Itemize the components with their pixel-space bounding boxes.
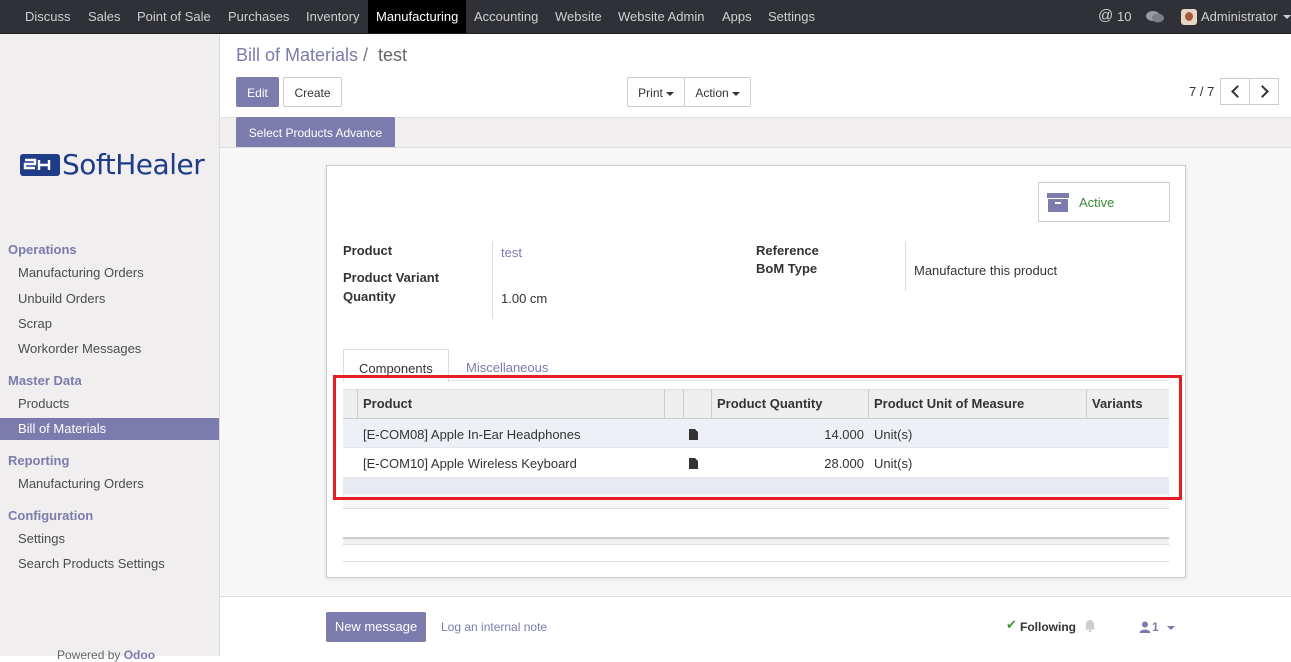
- user-menu-caret-icon[interactable]: [1283, 15, 1291, 19]
- followers-icon[interactable]: [1139, 621, 1151, 633]
- product-value-link[interactable]: test: [501, 245, 522, 260]
- breadcrumb-parent[interactable]: Bill of Materials: [236, 45, 358, 66]
- section-reporting: Reporting: [8, 453, 70, 468]
- menu-point-of-sale[interactable]: Point of Sale: [137, 0, 211, 33]
- section-divider: [343, 537, 1169, 545]
- archive-box-icon: [1047, 193, 1069, 212]
- powered-by-text: Powered by: [57, 648, 121, 662]
- menu-manufacturing[interactable]: Manufacturing: [368, 0, 467, 33]
- chevron-left-icon: [1231, 85, 1244, 98]
- menu-website-admin[interactable]: Website Admin: [618, 0, 704, 33]
- user-name[interactable]: Administrator: [1201, 9, 1278, 24]
- print-dropdown[interactable]: Print: [627, 77, 685, 107]
- quantity-value: 1.00 cm: [501, 291, 548, 306]
- user-avatar[interactable]: [1181, 9, 1197, 25]
- section-configuration: Configuration: [8, 508, 94, 523]
- section-operations: Operations: [8, 242, 77, 257]
- active-toggle-button[interactable]: Active: [1038, 182, 1170, 222]
- mentions-count: 10: [1117, 9, 1132, 24]
- sidebar-item-scrap[interactable]: Scrap: [0, 313, 219, 335]
- log-note-link[interactable]: Log an internal note: [441, 620, 547, 634]
- sidebar-item-unbuild-orders[interactable]: Unbuild Orders: [0, 288, 219, 310]
- logo-text: SoftHealer: [62, 148, 205, 181]
- bell-icon[interactable]: [1084, 619, 1096, 632]
- bom-type-label: BoM Type: [756, 261, 818, 276]
- quantity-label: Quantity: [343, 289, 396, 304]
- following-label[interactable]: Following: [1020, 620, 1076, 634]
- softhealer-logo-icon: [20, 154, 60, 176]
- at-mention-icon[interactable]: @: [1098, 7, 1113, 24]
- bom-type-value: Manufacture this product: [914, 263, 1058, 278]
- menu-purchases[interactable]: Purchases: [228, 0, 289, 33]
- reference-label: Reference: [756, 243, 819, 258]
- sidebar-item-products[interactable]: Products: [0, 393, 219, 415]
- form-sheet: [326, 165, 1186, 578]
- breadcrumb-current: test: [378, 45, 408, 65]
- menu-apps[interactable]: Apps: [722, 0, 752, 33]
- print-label: Print: [638, 86, 663, 100]
- section-divider: [343, 561, 1169, 562]
- pager-value: 7 / 7: [1189, 84, 1215, 99]
- chat-icon[interactable]: [1146, 10, 1164, 24]
- highlight-box: [333, 375, 1182, 500]
- product-variant-label: Product Variant: [343, 270, 440, 285]
- sidebar-item-bill-of-materials[interactable]: Bill of Materials: [0, 418, 219, 440]
- action-label: Action: [695, 86, 729, 100]
- menu-discuss[interactable]: Discuss: [25, 0, 71, 33]
- menu-settings[interactable]: Settings: [768, 0, 815, 33]
- action-dropdown[interactable]: Action: [684, 77, 751, 107]
- select-products-advance-button[interactable]: Select Products Advance: [236, 117, 395, 148]
- sidebar-item-settings[interactable]: Settings: [0, 528, 219, 550]
- sidebar-item-workorder-messages[interactable]: Workorder Messages: [0, 338, 219, 360]
- top-navbar: Discuss Sales Point of Sale Purchases In…: [0, 0, 1291, 34]
- sidebar-item-search-products-settings[interactable]: Search Products Settings: [0, 553, 219, 575]
- menu-inventory[interactable]: Inventory: [306, 0, 359, 33]
- odoo-link[interactable]: Odoo: [124, 648, 155, 662]
- powered-by: Powered by Odoo: [57, 648, 155, 662]
- product-label: Product: [343, 243, 393, 258]
- breadcrumb-separator: /: [363, 45, 369, 65]
- menu-sales[interactable]: Sales: [88, 0, 121, 33]
- followers-count[interactable]: 1: [1152, 620, 1159, 634]
- check-icon: ✔: [1006, 617, 1017, 632]
- pager-previous-button[interactable]: [1220, 78, 1250, 105]
- sidebar-item-reporting-manufacturing-orders[interactable]: Manufacturing Orders: [0, 473, 219, 495]
- chevron-right-icon: [1256, 85, 1269, 98]
- menu-website[interactable]: Website: [555, 0, 602, 33]
- caret-down-icon: [731, 91, 740, 96]
- new-message-button[interactable]: New message: [326, 612, 426, 642]
- menu-accounting[interactable]: Accounting: [474, 0, 538, 33]
- create-button[interactable]: Create: [283, 77, 342, 107]
- followers-caret-icon[interactable]: [1167, 626, 1175, 630]
- edit-button[interactable]: Edit: [236, 77, 279, 107]
- section-master-data: Master Data: [8, 373, 82, 388]
- field-separator: [492, 241, 493, 319]
- pager-next-button[interactable]: [1249, 78, 1279, 105]
- caret-down-icon: [665, 91, 674, 96]
- active-label: Active: [1079, 195, 1115, 210]
- sidebar-item-manufacturing-orders[interactable]: Manufacturing Orders: [0, 262, 219, 284]
- sidebar: SoftHealer Operations Manufacturing Orde…: [0, 34, 220, 662]
- field-separator: [905, 241, 906, 291]
